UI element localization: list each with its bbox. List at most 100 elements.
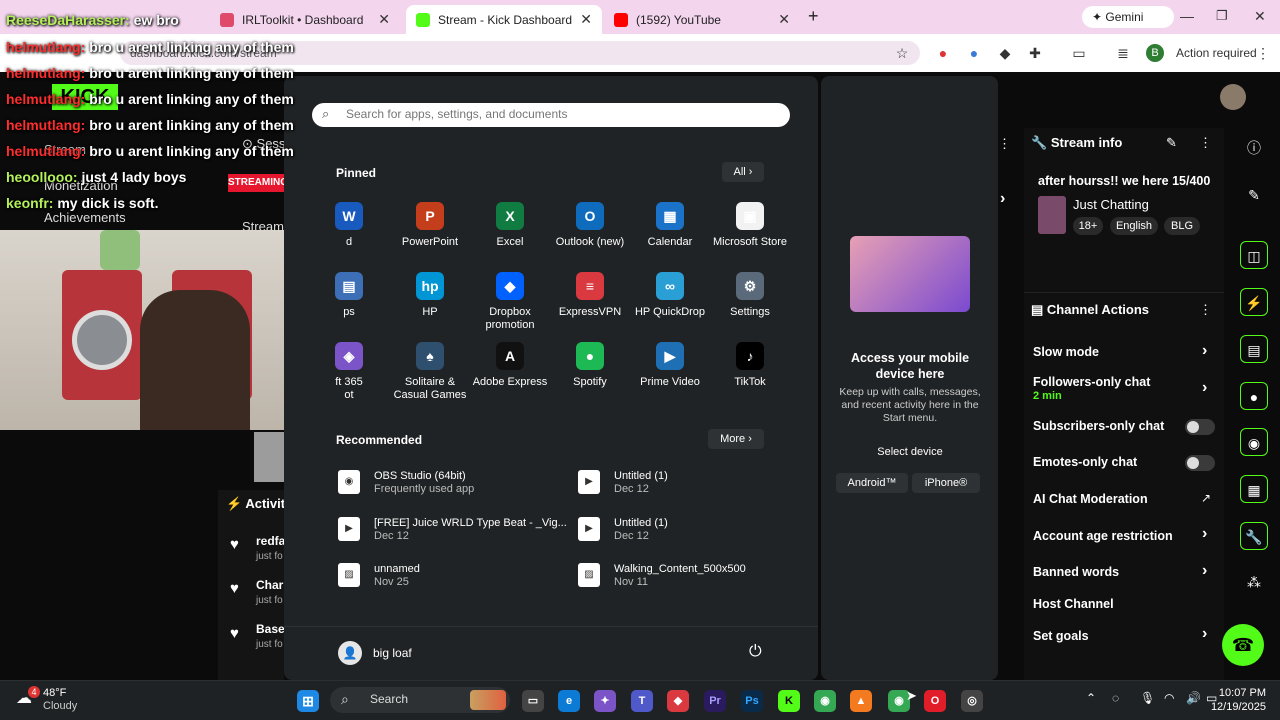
- opera-gx-icon[interactable]: O: [924, 690, 946, 712]
- media-controls-icon[interactable]: ≣: [1114, 44, 1132, 62]
- extension-box-icon[interactable]: ◆: [996, 44, 1014, 62]
- chevron-right-icon[interactable]: ›: [1202, 379, 1207, 397]
- recommended-item[interactable]: ▶ [FREE] Juice WRLD Type Beat - _Vig... De…: [338, 517, 567, 543]
- banned-words-item[interactable]: Banned words: [1033, 565, 1119, 579]
- chat-bubble-icon[interactable]: ●: [1240, 382, 1268, 410]
- bookmark-star-icon[interactable]: ☆: [893, 44, 911, 62]
- chevron-right-icon[interactable]: ›: [1202, 342, 1207, 360]
- tab-irltoolkit[interactable]: IRLToolkit • Dashboard ✕: [210, 5, 400, 34]
- support-headset-icon[interactable]: ☎: [1222, 624, 1264, 666]
- clock-time[interactable]: 10:07 PM: [1216, 687, 1266, 699]
- recommended-item[interactable]: ▨ unnamed Nov 25: [338, 563, 420, 589]
- more-button[interactable]: More ›: [708, 429, 764, 449]
- chevron-right-icon[interactable]: ›: [1202, 562, 1207, 580]
- iphone-button[interactable]: iPhone®: [912, 473, 980, 493]
- weather-condition[interactable]: Cloudy: [43, 700, 77, 712]
- extension-blue-icon[interactable]: ●: [965, 44, 983, 62]
- task-view-icon[interactable]: ▭: [522, 690, 544, 712]
- edit-icon[interactable]: ✎: [1240, 181, 1268, 209]
- edit-pencil-icon[interactable]: ✎: [1166, 135, 1177, 151]
- external-link-icon[interactable]: ↗: [1201, 491, 1211, 505]
- pinned-app[interactable]: X Excel: [467, 202, 553, 249]
- tray-overflow-icon[interactable]: ⌃: [1086, 691, 1096, 705]
- recommended-item[interactable]: ▶ Untitled (1) Dec 12: [578, 517, 668, 543]
- share-icon[interactable]: ⁂: [1240, 568, 1268, 596]
- channel-actions-menu-icon[interactable]: ⋮: [1199, 302, 1212, 318]
- obs-icon[interactable]: ◎: [961, 690, 983, 712]
- new-tab-button[interactable]: +: [808, 6, 819, 27]
- emotes-only-toggle[interactable]: [1185, 455, 1215, 471]
- chevron-right-icon[interactable]: ›: [1000, 190, 1005, 208]
- affinity-icon[interactable]: ▲: [850, 690, 872, 712]
- pinned-app[interactable]: ◈ ft 365 ot: [306, 342, 392, 402]
- emotes-only-item[interactable]: Emotes-only chat: [1033, 455, 1137, 469]
- extension-red-icon[interactable]: ●: [934, 44, 952, 62]
- pinned-app[interactable]: ∞ HP QuickDrop: [627, 272, 713, 319]
- pinned-app[interactable]: hp HP: [387, 272, 473, 319]
- edge-icon[interactable]: e: [558, 690, 580, 712]
- user-avatar[interactable]: [1220, 84, 1246, 110]
- user-name[interactable]: big loaf: [373, 646, 412, 660]
- chevron-right-icon[interactable]: ›: [1202, 625, 1207, 643]
- teams-icon[interactable]: T: [631, 690, 653, 712]
- recommended-item[interactable]: ▨ Walking_Content_500x500 Nov 11: [578, 563, 746, 589]
- gemini-button[interactable]: ✦ Gemini: [1082, 6, 1174, 28]
- weather-temp[interactable]: 48°F: [43, 687, 66, 699]
- panel-menu-icon[interactable]: ⋮: [998, 136, 1011, 152]
- pinned-app[interactable]: Wd: [306, 202, 392, 249]
- pinned-app[interactable]: ≡ ExpressVPN: [547, 272, 633, 319]
- user-avatar-icon[interactable]: 👤: [338, 641, 362, 665]
- close-tab-icon[interactable]: ✕: [378, 11, 390, 28]
- photoshop-icon[interactable]: Ps: [741, 690, 763, 712]
- power-icon[interactable]: ⏻: [749, 643, 762, 661]
- close-tab-icon[interactable]: ✕: [778, 11, 790, 28]
- kick-app-icon[interactable]: K: [778, 690, 800, 712]
- bolt-icon[interactable]: ⚡: [1240, 288, 1268, 316]
- minimize-window-icon[interactable]: —: [1180, 8, 1194, 24]
- slow-mode-item[interactable]: Slow mode: [1033, 345, 1099, 359]
- layout-icon[interactable]: ▦: [1240, 475, 1268, 503]
- extensions-puzzle-icon[interactable]: ✚: [1026, 44, 1044, 62]
- start-search-input[interactable]: Search for apps, settings, and documents: [312, 103, 790, 127]
- stream-info-menu-icon[interactable]: ⋮: [1199, 135, 1212, 151]
- host-channel-item[interactable]: Host Channel: [1033, 597, 1114, 611]
- pinned-app[interactable]: ⚙ Settings: [707, 272, 793, 319]
- ai-chat-moderation-item[interactable]: AI Chat Moderation: [1033, 492, 1148, 506]
- tools-icon[interactable]: 🔧: [1240, 522, 1268, 550]
- cast-icon[interactable]: ▭: [1070, 44, 1088, 62]
- volume-icon[interactable]: 🔊: [1186, 691, 1201, 705]
- recommended-item[interactable]: ◉ OBS Studio (64bit) Frequently used app: [338, 470, 474, 496]
- expressvpn-taskbar-icon[interactable]: ◆: [667, 690, 689, 712]
- notes-icon[interactable]: ▤: [1240, 335, 1268, 363]
- android-button[interactable]: Android™: [836, 473, 908, 493]
- pinned-app[interactable]: ◆ Dropbox promotion: [467, 272, 553, 332]
- chrome-icon[interactable]: ◉: [814, 690, 836, 712]
- broadcast-icon[interactable]: ◉: [1240, 428, 1268, 456]
- pinned-app[interactable]: ● Spotify: [547, 342, 633, 389]
- copilot-icon[interactable]: ✦: [594, 690, 616, 712]
- account-age-restriction-item[interactable]: Account age restriction: [1033, 529, 1173, 543]
- pinned-app[interactable]: ♪ TikTok: [707, 342, 793, 389]
- windows-start-icon[interactable]: ⊞: [297, 690, 319, 712]
- close-tab-icon[interactable]: ✕: [580, 11, 592, 28]
- chevron-right-icon[interactable]: ›: [1202, 525, 1207, 543]
- screenshot-icon[interactable]: ◫: [1240, 241, 1268, 269]
- pinned-app[interactable]: ▶ Prime Video: [627, 342, 713, 389]
- pinned-app[interactable]: ▣ Microsoft Store: [707, 202, 793, 249]
- clock-date[interactable]: 12/19/2025: [1206, 701, 1266, 713]
- profile-avatar[interactable]: B: [1146, 44, 1164, 62]
- pinned-app[interactable]: P PowerPoint: [387, 202, 473, 249]
- followers-only-item[interactable]: Followers-only chat: [1033, 375, 1150, 389]
- browser-menu-icon[interactable]: ⋮: [1254, 44, 1272, 62]
- tab-kick-dashboard[interactable]: Stream - Kick Dashboard ✕: [406, 5, 602, 34]
- pinned-app[interactable]: ▦ Calendar: [627, 202, 713, 249]
- info-icon[interactable]: ⓘ: [1240, 134, 1268, 162]
- maximize-window-icon[interactable]: ❐: [1216, 8, 1228, 24]
- recommended-item[interactable]: ▶ Untitled (1) Dec 12: [578, 470, 668, 496]
- tab-youtube[interactable]: (1592) YouTube ✕: [604, 5, 800, 34]
- pinned-app[interactable]: ▤ ps: [306, 272, 392, 319]
- premiere-pro-icon[interactable]: Pr: [704, 690, 726, 712]
- pinned-app[interactable]: A Adobe Express: [467, 342, 553, 389]
- microphone-icon[interactable]: 🎙: [1140, 691, 1155, 705]
- action-required-button[interactable]: Action required: [1176, 44, 1257, 62]
